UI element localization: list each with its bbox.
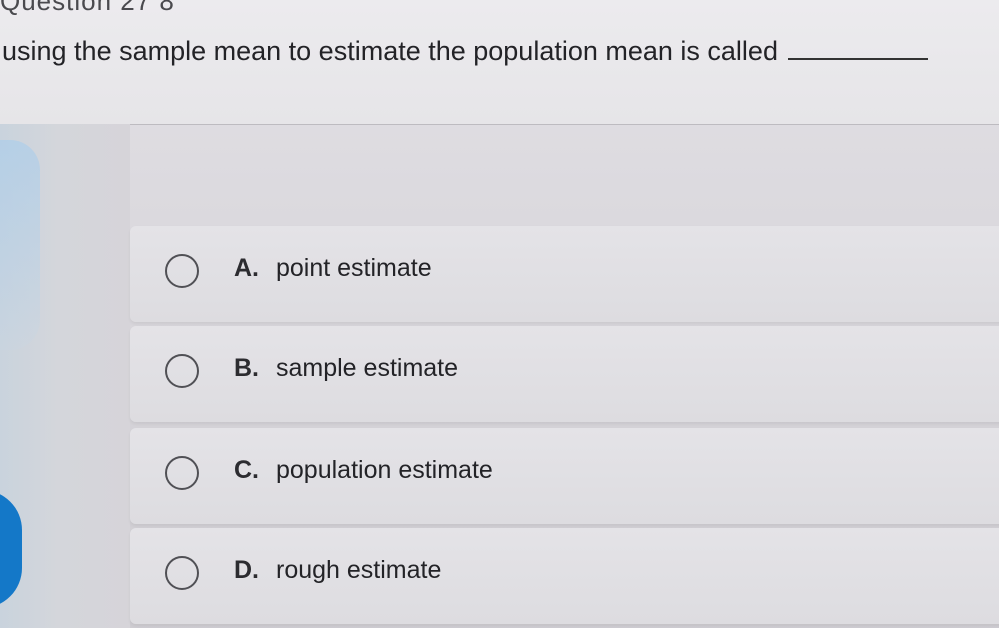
screen-glare	[0, 140, 40, 350]
radio-button-b[interactable]	[165, 354, 199, 388]
question-header: Question 27 8 using the sample mean to e…	[0, 0, 999, 125]
radio-button-d[interactable]	[165, 556, 199, 590]
option-letter-a: A.	[234, 254, 259, 282]
option-c[interactable]: C. population estimate	[130, 428, 999, 524]
option-b[interactable]: B. sample estimate	[130, 326, 999, 422]
option-label-b: sample estimate	[276, 354, 459, 382]
option-label-d: rough estimate	[276, 556, 442, 584]
answer-blank	[787, 36, 928, 60]
option-letter-b: B.	[234, 354, 259, 382]
option-label-c: population estimate	[276, 456, 493, 484]
question-prompt: using the sample mean to estimate the po…	[2, 36, 928, 67]
option-letter-d: D.	[234, 556, 259, 584]
option-label-a: point estimate	[276, 254, 432, 282]
option-letter-c: C.	[234, 456, 259, 484]
option-d[interactable]: D. rough estimate	[130, 528, 999, 624]
radio-button-c[interactable]	[165, 456, 199, 490]
question-number: Question 27 8	[0, 0, 175, 16]
question-text: using the sample mean to estimate the po…	[2, 36, 778, 66]
radio-button-a[interactable]	[165, 254, 199, 288]
option-a[interactable]: A. point estimate	[130, 226, 999, 322]
